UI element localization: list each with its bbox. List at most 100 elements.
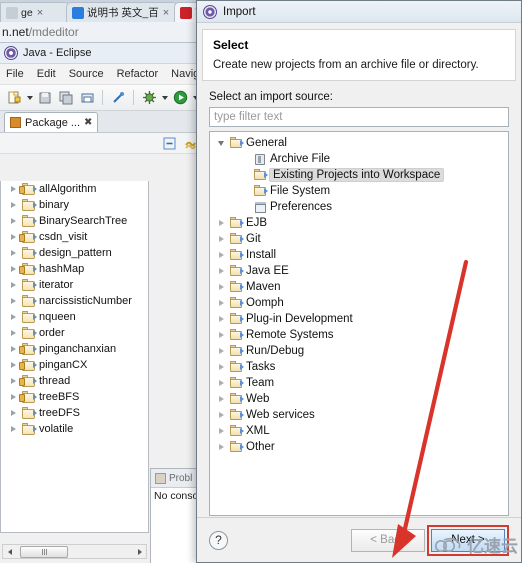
- link-icon[interactable]: [109, 89, 127, 107]
- debug-icon[interactable]: [140, 89, 158, 107]
- project-tree-item[interactable]: hashMap: [1, 261, 148, 277]
- project-locked-icon: [19, 262, 37, 276]
- chevron-right-icon[interactable]: [216, 362, 226, 372]
- menu-item-edit[interactable]: Edit: [37, 68, 56, 80]
- import-source-tree[interactable]: General Archive File Existing Projects int…: [209, 131, 509, 516]
- project-tree-item[interactable]: pinganchanxian: [1, 341, 148, 357]
- chevron-right-icon[interactable]: [216, 378, 226, 388]
- chevron-right-icon[interactable]: [216, 314, 226, 324]
- import-source-item[interactable]: Preferences: [210, 199, 508, 215]
- save-icon[interactable]: [36, 89, 54, 107]
- project-tree-item[interactable]: order: [1, 325, 148, 341]
- back-button: < Back: [351, 528, 425, 552]
- import-source-item[interactable]: Web: [210, 391, 508, 407]
- chevron-right-icon[interactable]: [216, 442, 226, 452]
- close-icon[interactable]: ×: [37, 7, 43, 19]
- project-tree-item[interactable]: treeDFS: [1, 405, 148, 421]
- chevron-right-icon[interactable]: [9, 313, 18, 322]
- chevron-right-icon[interactable]: [9, 329, 18, 338]
- project-tree-item[interactable]: binary: [1, 197, 148, 213]
- close-icon[interactable]: ×: [163, 7, 169, 19]
- scrollbar-thumb[interactable]: [20, 545, 68, 558]
- browser-tab-2[interactable]: 说明书 英文_百 ×: [66, 2, 178, 22]
- import-source-item[interactable]: Plug-in Development: [210, 311, 508, 327]
- chevron-right-icon[interactable]: [9, 393, 18, 402]
- import-source-item[interactable]: Run/Debug: [210, 343, 508, 359]
- folder-icon: [229, 232, 244, 246]
- chevron-right-icon[interactable]: [216, 330, 226, 340]
- chevron-right-icon[interactable]: [9, 361, 18, 370]
- import-source-item[interactable]: General: [210, 135, 508, 151]
- chevron-right-icon[interactable]: [9, 201, 18, 210]
- chevron-right-icon[interactable]: [216, 410, 226, 420]
- project-tree-item[interactable]: design_pattern: [1, 245, 148, 261]
- chevron-right-icon[interactable]: [9, 233, 18, 242]
- chevron-right-icon[interactable]: [216, 234, 226, 244]
- chevron-down-icon[interactable]: [161, 90, 168, 106]
- chevron-right-icon[interactable]: [9, 409, 18, 418]
- save-all-icon[interactable]: [57, 89, 75, 107]
- help-button[interactable]: ?: [209, 530, 228, 550]
- import-source-item[interactable]: Install: [210, 247, 508, 263]
- chevron-right-icon[interactable]: [9, 185, 18, 194]
- chevron-right-icon[interactable]: [216, 250, 226, 260]
- import-source-item[interactable]: XML: [210, 423, 508, 439]
- print-icon[interactable]: [78, 89, 96, 107]
- project-tree-item[interactable]: BinarySearchTree: [1, 213, 148, 229]
- chevron-right-icon[interactable]: [216, 218, 226, 228]
- new-wizard-icon[interactable]: [5, 89, 23, 107]
- import-source-item[interactable]: Git: [210, 231, 508, 247]
- project-tree-item[interactable]: iterator: [1, 277, 148, 293]
- close-icon[interactable]: ✖: [84, 117, 92, 128]
- project-tree-item[interactable]: treeBFS: [1, 389, 148, 405]
- package-explorer-tree[interactable]: allAlgorithm binary BinarySearchTree csdn_v…: [0, 181, 149, 533]
- chevron-right-icon[interactable]: [9, 265, 18, 274]
- filter-input[interactable]: type filter text: [209, 107, 509, 127]
- chevron-right-icon[interactable]: [216, 394, 226, 404]
- menu-item-file[interactable]: File: [6, 68, 24, 80]
- import-source-item[interactable]: Web services: [210, 407, 508, 423]
- import-source-item[interactable]: Java EE: [210, 263, 508, 279]
- chevron-right-icon[interactable]: [9, 249, 18, 258]
- chevron-right-icon[interactable]: [216, 298, 226, 308]
- menu-item-refactor[interactable]: Refactor: [117, 68, 159, 80]
- chevron-down-icon[interactable]: [26, 90, 33, 106]
- import-source-item[interactable]: Tasks: [210, 359, 508, 375]
- project-tree-item[interactable]: allAlgorithm: [1, 181, 148, 197]
- chevron-right-icon[interactable]: [216, 266, 226, 276]
- collapse-all-icon[interactable]: [162, 136, 177, 151]
- browser-tab-1[interactable]: ge ×: [0, 2, 70, 22]
- chevron-right-icon[interactable]: [9, 297, 18, 306]
- import-source-item[interactable]: Other: [210, 439, 508, 455]
- chevron-right-icon[interactable]: [216, 426, 226, 436]
- import-source-item[interactable]: Maven: [210, 279, 508, 295]
- chevron-right-icon[interactable]: [9, 345, 18, 354]
- project-tree-item[interactable]: thread: [1, 373, 148, 389]
- chevron-right-icon[interactable]: [9, 425, 18, 434]
- project-tree-item[interactable]: pinganCX: [1, 357, 148, 373]
- chevron-right-icon[interactable]: [9, 217, 18, 226]
- import-source-item[interactable]: Team: [210, 375, 508, 391]
- project-tree-item[interactable]: narcissisticNumber: [1, 293, 148, 309]
- import-source-item[interactable]: Oomph: [210, 295, 508, 311]
- tab-package-explorer[interactable]: Package ... ✖: [4, 112, 99, 132]
- scroll-left-icon[interactable]: [3, 545, 16, 558]
- import-source-item[interactable]: File System: [210, 183, 508, 199]
- chevron-right-icon[interactable]: [216, 346, 226, 356]
- run-icon[interactable]: [171, 89, 189, 107]
- scroll-right-icon[interactable]: [133, 545, 146, 558]
- project-tree-item[interactable]: volatile: [1, 421, 148, 437]
- chevron-right-icon[interactable]: [216, 282, 226, 292]
- import-source-item[interactable]: Remote Systems: [210, 327, 508, 343]
- menu-item-source[interactable]: Source: [69, 68, 104, 80]
- import-source-item[interactable]: Archive File: [210, 151, 508, 167]
- chevron-down-icon[interactable]: [216, 138, 226, 148]
- import-source-item[interactable]: Existing Projects into Workspace: [210, 167, 508, 183]
- project-tree-item[interactable]: csdn_visit: [1, 229, 148, 245]
- project-tree-item[interactable]: nqueen: [1, 309, 148, 325]
- chevron-right-icon[interactable]: [9, 377, 18, 386]
- chevron-right-icon[interactable]: [9, 281, 18, 290]
- horizontal-scrollbar[interactable]: [2, 544, 147, 559]
- project-folder-icon: [21, 310, 37, 324]
- import-source-item[interactable]: EJB: [210, 215, 508, 231]
